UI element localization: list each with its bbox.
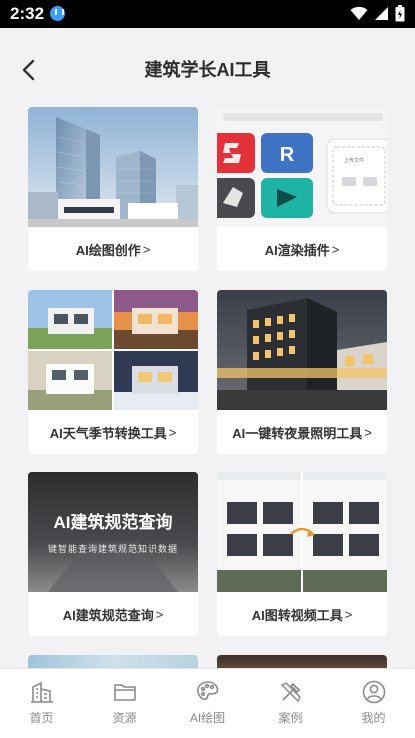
tool-card-image-to-video[interactable]: AI图转视频工具 > (217, 472, 387, 636)
chevron-right-icon: > (331, 241, 340, 257)
chevron-right-icon: > (168, 424, 177, 440)
building-icon (30, 681, 53, 703)
card-image-night (217, 290, 387, 410)
chevron-right-icon: > (155, 606, 164, 622)
tab-label: 我的 (361, 711, 386, 725)
banner-subline: 键智能查询建筑规范知识数据 (47, 545, 178, 555)
signal-icon (375, 7, 388, 20)
download-icon (50, 6, 65, 21)
chevron-right-icon: > (344, 606, 353, 622)
svg-text:R: R (280, 144, 295, 166)
card-label: AI一键转夜景照明工具 > (232, 424, 372, 441)
status-icons (350, 5, 405, 22)
bottom-tab-bar: 首页 资源 AI绘图 案例 我的 (0, 668, 415, 738)
tool-card-night-lighting[interactable]: AI一键转夜景照明工具 > (217, 290, 387, 454)
tab-cases[interactable]: 案例 (249, 669, 332, 738)
status-time: 2:32 (10, 4, 45, 23)
tab-ai-drawing[interactable]: AI绘图 (166, 669, 249, 738)
tab-label: 资源 (112, 711, 137, 725)
card-label: AI图转视频工具 > (251, 606, 353, 623)
tab-label: 首页 (29, 711, 54, 725)
battery-icon (395, 5, 405, 22)
card-image-video (217, 472, 387, 592)
folder-icon (113, 684, 136, 701)
card-image-plugins: R 上传文件 (217, 107, 387, 227)
card-label: AI建筑规范查询 > (62, 606, 164, 623)
tab-home[interactable]: 首页 (0, 669, 83, 738)
card-label: AI天气季节转换工具 > (49, 424, 177, 441)
tool-card-ai-drawing[interactable]: AI绘图创作 > (28, 107, 198, 271)
tab-label: 案例 (278, 711, 303, 725)
chevron-right-icon: > (142, 241, 151, 257)
tool-card-weather-season[interactable]: AI天气季节转换工具 > (28, 290, 198, 454)
tab-resources[interactable]: 资源 (83, 669, 166, 738)
tab-me[interactable]: 我的 (332, 669, 415, 738)
palette-icon (196, 681, 218, 700)
card-image-seasons (28, 290, 198, 410)
app-header: 建筑学长AI工具 (0, 28, 415, 108)
tool-card-render-plugin[interactable]: R 上传文件 AI渲染插件 > (217, 107, 387, 271)
tab-label: AI绘图 (189, 711, 226, 725)
user-icon (362, 680, 385, 704)
status-bar: 2:32 (0, 0, 415, 28)
tools-icon (280, 682, 301, 703)
banner-headline: AI建筑规范查询 (53, 513, 173, 532)
wifi-icon (350, 6, 368, 20)
tool-card-code-query[interactable]: AI建筑规范查询 键智能查询建筑规范知识数据 AI建筑规范查询 > (28, 472, 198, 636)
chevron-right-icon: > (364, 424, 372, 440)
card-image-code-banner: AI建筑规范查询 键智能查询建筑规范知识数据 (28, 472, 198, 592)
card-label: AI绘图创作 > (75, 241, 151, 258)
upload-text: 上传文件 (344, 158, 365, 164)
card-label: AI渲染插件 > (264, 241, 340, 258)
page-title: 建筑学长AI工具 (144, 60, 271, 80)
card-image-towers (28, 107, 198, 227)
